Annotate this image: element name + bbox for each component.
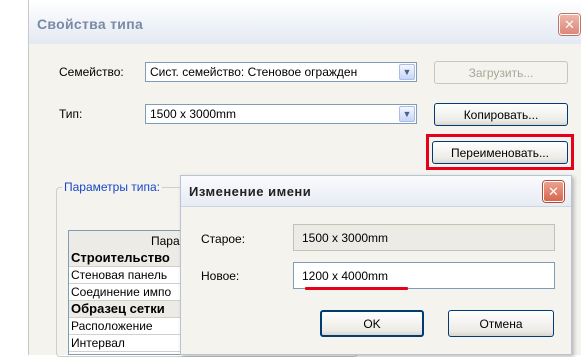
table-row[interactable]: Интервал bbox=[69, 335, 187, 352]
rename-close-button[interactable]: ✕ bbox=[543, 181, 564, 202]
new-name-input[interactable]: 1200 x 4000mm bbox=[293, 262, 555, 289]
family-select-value: Сист. семейство: Стеновое огражден bbox=[150, 65, 358, 79]
close-button[interactable]: ✕ bbox=[559, 14, 580, 35]
rename-dialog-title: Изменение имени bbox=[189, 184, 312, 199]
copy-button[interactable]: Копировать... bbox=[434, 103, 568, 126]
table-row[interactable]: Стеновая панель bbox=[69, 267, 187, 284]
table-row[interactable]: Расположение bbox=[69, 318, 187, 335]
new-name-value: 1200 x 4000mm bbox=[302, 269, 389, 283]
new-name-underline-mark bbox=[305, 287, 408, 290]
family-label: Семейство: bbox=[59, 65, 124, 79]
type-label: Тип: bbox=[59, 107, 83, 121]
old-name-field: 1500 x 3000mm bbox=[293, 224, 555, 251]
family-select[interactable]: Сист. семейство: Стеновое огражден ▼ bbox=[145, 62, 417, 82]
type-select[interactable]: 1500 x 3000mm ▼ bbox=[145, 104, 417, 124]
table-row[interactable]: Образец сетки bbox=[69, 301, 187, 318]
new-name-label: Новое: bbox=[201, 269, 240, 283]
close-icon: ✕ bbox=[564, 17, 575, 32]
cancel-button[interactable]: Отмена bbox=[448, 310, 554, 337]
old-name-label: Старое: bbox=[201, 232, 246, 246]
chevron-down-icon[interactable]: ▼ bbox=[399, 106, 415, 122]
rename-titlebar: Изменение имени ✕ bbox=[181, 176, 571, 207]
dialog-title: Свойства типа bbox=[37, 16, 144, 32]
type-select-value: 1500 x 3000mm bbox=[150, 107, 237, 121]
table-row[interactable]: Соединение импо bbox=[69, 284, 187, 301]
table-header-label: Пара bbox=[151, 234, 180, 248]
old-name-value: 1500 x 3000mm bbox=[302, 231, 389, 245]
titlebar: Свойства типа ✕ bbox=[29, 0, 581, 44]
chevron-down-icon[interactable]: ▼ bbox=[399, 64, 415, 80]
ok-button[interactable]: OK bbox=[320, 310, 424, 337]
type-parameters-caption: Параметры типа: bbox=[62, 180, 163, 194]
table-header[interactable]: Пара bbox=[69, 231, 187, 251]
type-parameters-table[interactable]: Пара Строительство Стеновая панель Соеди… bbox=[68, 230, 188, 355]
table-row[interactable]: Строительство bbox=[69, 250, 187, 267]
rename-highlight-box bbox=[426, 134, 574, 170]
load-button[interactable]: Загрузить... bbox=[434, 61, 568, 84]
close-icon: ✕ bbox=[548, 184, 559, 199]
rename-dialog: Изменение имени ✕ Старое: 1500 x 3000mm … bbox=[180, 175, 572, 355]
